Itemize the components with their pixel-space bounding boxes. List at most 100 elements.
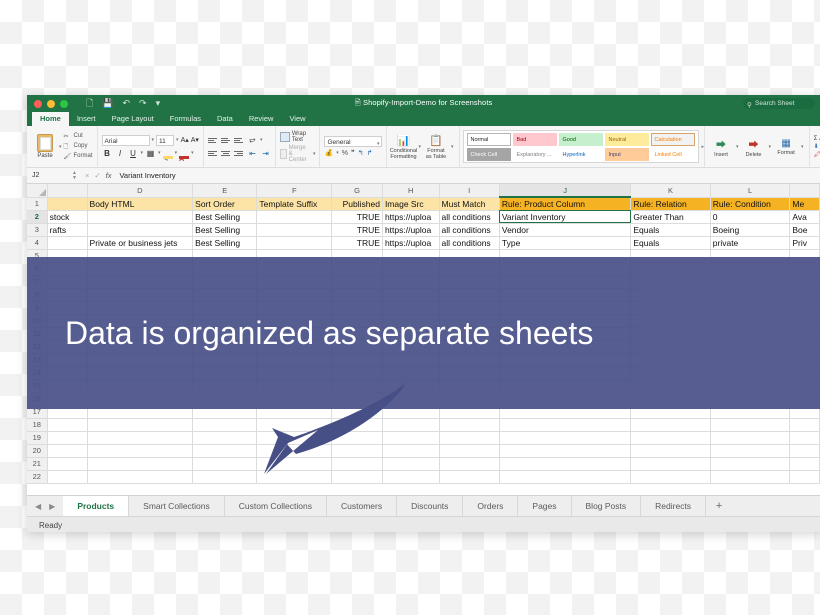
delete-cells-dropdown-icon[interactable]: ▾: [769, 144, 772, 150]
cell-style-hyperlink[interactable]: Hyperlink: [558, 147, 603, 161]
formula-input[interactable]: Variant Inventory: [115, 171, 175, 180]
cell-G22[interactable]: [331, 470, 383, 484]
cell-G18[interactable]: [331, 418, 383, 432]
cell-style-calculation[interactable]: Calculation: [650, 132, 695, 146]
cell-K3[interactable]: Equals: [630, 223, 711, 237]
cell-E1[interactable]: Sort Order: [192, 197, 258, 211]
conditional-formatting-button[interactable]: 📊 Conditional Formatting: [390, 134, 418, 160]
cell-M4[interactable]: Priv: [789, 236, 820, 250]
copy-button[interactable]: 🗋 Copy: [64, 142, 93, 151]
cell-D20[interactable]: [87, 444, 194, 458]
sheet-tab-redirects[interactable]: Redirects: [641, 496, 707, 516]
sheet-tab-discounts[interactable]: Discounts: [397, 496, 464, 516]
cell-I4[interactable]: all conditions: [439, 236, 500, 250]
cell-H1[interactable]: Image Src: [382, 197, 440, 211]
column-header-G[interactable]: G: [331, 184, 383, 198]
italic-button[interactable]: I: [115, 148, 126, 159]
cell-G4[interactable]: TRUE: [331, 236, 383, 250]
row-header-18[interactable]: 18: [27, 418, 48, 432]
row-header-1[interactable]: 1: [27, 197, 48, 211]
cell-J18[interactable]: [499, 418, 632, 432]
cell-E21[interactable]: [192, 457, 258, 471]
cell-J19[interactable]: [499, 431, 632, 445]
percent-format-button[interactable]: %: [342, 150, 348, 157]
save-icon[interactable]: 💾: [102, 98, 113, 109]
cell-K20[interactable]: [630, 444, 711, 458]
cell-K2[interactable]: Greater Than: [630, 210, 711, 224]
cell-M19[interactable]: [789, 431, 820, 445]
cell-D2[interactable]: [87, 210, 194, 224]
cell-H19[interactable]: [382, 431, 440, 445]
cell-F18[interactable]: [256, 418, 333, 432]
add-sheet-button[interactable]: +: [706, 496, 732, 516]
format-cells-dropdown-icon[interactable]: ▾: [801, 144, 804, 150]
cell-J3[interactable]: Vendor: [499, 223, 632, 237]
cell-C1[interactable]: [47, 197, 88, 211]
paste-button[interactable]: Paste: [31, 134, 59, 159]
row-header-19[interactable]: 19: [27, 431, 48, 445]
cell-H21[interactable]: [382, 457, 440, 471]
underline-dropdown-icon[interactable]: ▾: [141, 150, 144, 156]
cell-G19[interactable]: [331, 431, 383, 445]
column-header-J[interactable]: J: [499, 184, 632, 198]
column-header-I[interactable]: I: [439, 184, 500, 198]
cancel-formula-icon[interactable]: ×: [85, 171, 89, 180]
zoom-window-button[interactable]: [60, 99, 68, 108]
decrease-font-size-button[interactable]: A▾: [191, 136, 199, 144]
column-header-D[interactable]: D: [87, 184, 194, 198]
sheet-tab-blog-posts[interactable]: Blog Posts: [571, 496, 642, 516]
accept-formula-icon[interactable]: ✓: [94, 171, 100, 180]
delete-cells-button[interactable]: ⮕ Delete: [743, 136, 765, 158]
column-header-K[interactable]: K: [630, 184, 711, 198]
cell-style-explanatory[interactable]: Explanatory ...: [512, 147, 557, 161]
number-format-dropdown-icon[interactable]: ▾: [377, 139, 380, 150]
name-box[interactable]: J2: [27, 172, 72, 179]
font-color-button[interactable]: A: [179, 148, 190, 163]
cell-style-good[interactable]: Good: [558, 132, 603, 146]
redo-icon[interactable]: ↷: [139, 98, 147, 109]
cell-J4[interactable]: Type: [499, 236, 632, 250]
cell-F3[interactable]: [256, 223, 333, 237]
cell-L3[interactable]: Boeing: [710, 223, 791, 237]
cell-C2[interactable]: stock: [47, 210, 88, 224]
sheet-tab-products[interactable]: Products: [63, 496, 130, 516]
cell-L2[interactable]: 0: [710, 210, 791, 224]
cell-C3[interactable]: rafts: [47, 223, 88, 237]
cell-F19[interactable]: [256, 431, 333, 445]
column-header-M[interactable]: [789, 184, 820, 198]
font-family-select[interactable]: Arial: [101, 134, 150, 146]
increase-decimal-button[interactable]: ↰: [358, 149, 364, 157]
format-cells-button[interactable]: ▦ Format: [775, 138, 797, 156]
column-header-F[interactable]: F: [256, 184, 333, 198]
cell-F2[interactable]: [256, 210, 333, 224]
cell-G2[interactable]: TRUE: [331, 210, 383, 224]
cell-K19[interactable]: [630, 431, 711, 445]
align-bottom-button[interactable]: [233, 135, 245, 145]
column-header-L[interactable]: L: [710, 184, 791, 198]
cell-C19[interactable]: [47, 431, 88, 445]
cell-K21[interactable]: [630, 457, 711, 471]
cell-C21[interactable]: [47, 457, 88, 471]
cell-L21[interactable]: [710, 457, 791, 471]
cell-C20[interactable]: [47, 444, 88, 458]
cell-D21[interactable]: [87, 457, 194, 471]
cell-L20[interactable]: [710, 444, 791, 458]
cell-I21[interactable]: [439, 457, 500, 471]
customize-toolbar-icon[interactable]: ▾: [156, 98, 161, 109]
cell-M1[interactable]: Me: [789, 197, 820, 211]
cell-G20[interactable]: [331, 444, 383, 458]
fill-color-button[interactable]: ✎: [162, 148, 173, 163]
cell-M20[interactable]: [789, 444, 820, 458]
number-format-select[interactable]: General ▾: [324, 136, 383, 150]
row-header-4[interactable]: 4: [27, 236, 48, 250]
format-painter-button[interactable]: 🖌 Format: [64, 152, 93, 161]
borders-button[interactable]: ▦: [145, 148, 156, 159]
cell-D22[interactable]: [87, 470, 194, 484]
cell-L4[interactable]: private: [710, 236, 791, 250]
previous-sheet-icon[interactable]: ◀: [35, 502, 41, 511]
cell-D3[interactable]: [87, 223, 194, 237]
cell-I3[interactable]: all conditions: [439, 223, 500, 237]
increase-indent-button[interactable]: ⇥: [260, 148, 271, 159]
decrease-indent-button[interactable]: ⇤: [247, 148, 258, 159]
align-center-button[interactable]: [220, 148, 232, 158]
